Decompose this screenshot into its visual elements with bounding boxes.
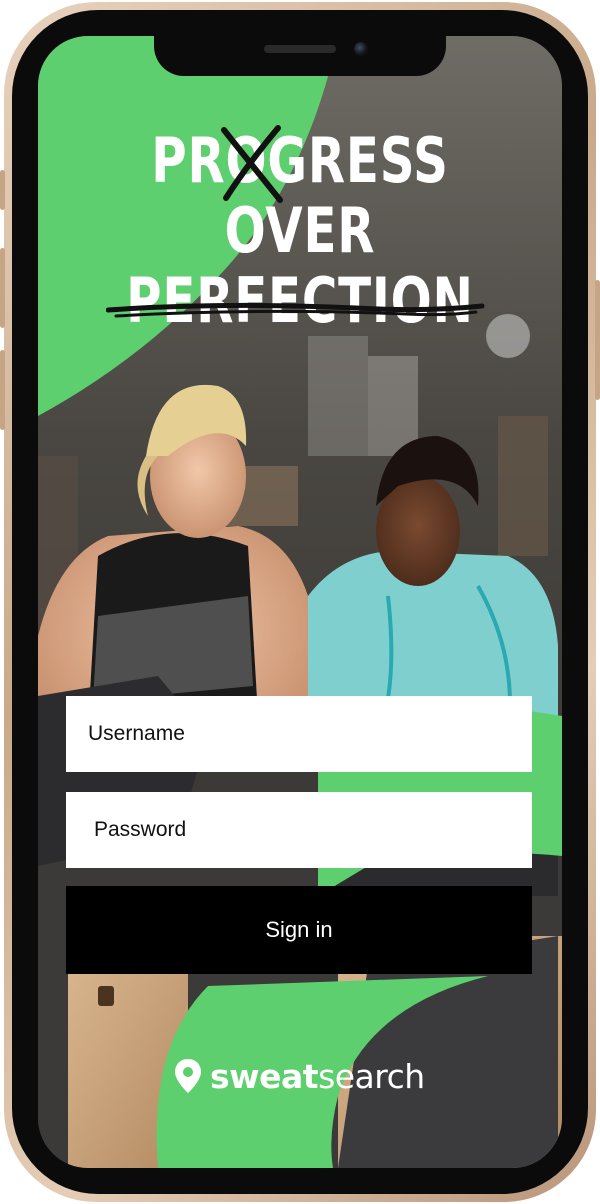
side-button-power xyxy=(595,280,600,400)
username-input[interactable] xyxy=(66,696,532,772)
headline-word-post: GRESS xyxy=(267,124,449,197)
cross-out-mark-icon xyxy=(221,125,283,203)
headline-line-2: OVER xyxy=(224,194,376,267)
side-button-mute xyxy=(0,170,5,210)
strikethrough-line-icon xyxy=(106,302,485,318)
side-button-volume-down xyxy=(0,350,5,430)
app-screen: PROGRESS OVER PERFECTION Sign in sweatse… xyxy=(38,36,562,1168)
brand-name-regular: search xyxy=(318,1056,425,1096)
headline-line-1: PROGRESS xyxy=(96,130,505,192)
location-pin-icon xyxy=(175,1059,201,1093)
brand-wordmark: sweatsearch xyxy=(210,1057,425,1096)
headline-word-pre: PR xyxy=(151,124,226,197)
sign-in-button[interactable]: Sign in xyxy=(66,886,532,974)
password-input[interactable] xyxy=(66,792,532,868)
phone-notch xyxy=(154,36,446,76)
front-camera-icon xyxy=(354,42,368,56)
brand-name-bold: sweat xyxy=(210,1056,319,1096)
brand-logo: sweatsearch xyxy=(174,1056,425,1096)
speaker-grille xyxy=(264,45,336,53)
side-button-volume-up xyxy=(0,248,5,328)
